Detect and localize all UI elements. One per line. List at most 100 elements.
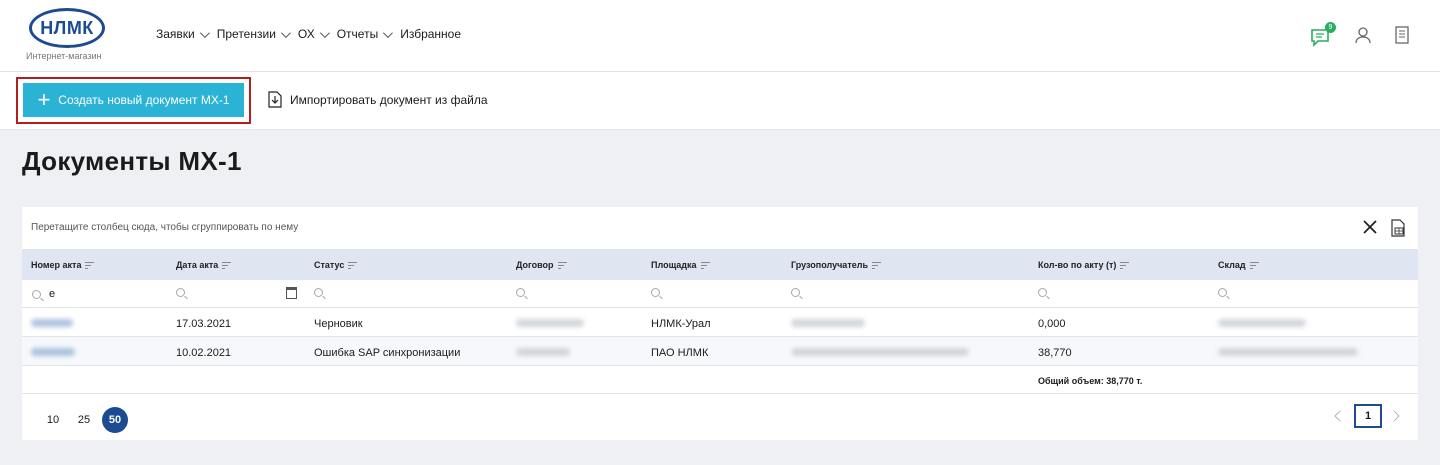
page-title: Документы МХ-1 [22,146,242,176]
nav-item-favorites[interactable]: Избранное [400,27,461,41]
filter-icon[interactable] [85,261,95,269]
column-header-quantity[interactable]: Кол-во по акту (т) [1038,260,1130,270]
cell-contract-redacted [516,318,584,330]
column-header-warehouse[interactable]: Склад [1218,260,1259,270]
import-document-button[interactable]: Импортировать документ из файла [268,91,488,108]
column-label: Договор [516,260,554,270]
file-import-icon [268,91,282,108]
filter-warehouse[interactable] [1218,288,1227,297]
nav-item-requests[interactable]: Заявки [156,27,210,41]
search-icon [176,288,185,297]
search-icon [516,288,525,297]
filter-icon[interactable] [1120,261,1130,269]
table-row[interactable]: 17.03.2021 Черновик НЛМК-Урал 0,000 [22,308,1418,337]
chevron-down-icon [383,27,394,38]
filter-act-date[interactable] [176,288,185,297]
user-icon[interactable] [1354,26,1372,49]
logo-subtitle: Интернет-магазин [26,51,102,61]
close-icon[interactable] [1362,219,1378,235]
import-label: Импортировать документ из файла [290,92,488,107]
group-panel[interactable]: Перетащите столбец сюда, чтобы сгруппиро… [22,207,1418,249]
cell-contract-redacted [516,347,570,359]
page-size-25[interactable]: 25 [71,407,97,433]
search-icon [791,288,800,297]
nlmk-logo[interactable]: НЛМК Интернет-магазин [26,8,106,61]
filter-icon[interactable] [1249,261,1259,269]
excel-export-icon[interactable] [1390,219,1406,237]
filter-site[interactable] [651,288,660,297]
top-header: НЛМК Интернет-магазин Заявки Претензии О… [0,0,1440,72]
filter-icon[interactable] [871,261,881,269]
create-document-button[interactable]: + Создать новый документ МХ-1 [23,83,244,117]
cell-warehouse-redacted [1218,347,1358,359]
filter-icon[interactable] [222,261,232,269]
logo-text: НЛМК [40,17,94,38]
search-icon [1218,288,1227,297]
nav-item-reports[interactable]: Отчеты [337,27,394,41]
chevron-right-icon[interactable] [1388,410,1400,422]
column-header-consignee[interactable]: Грузополучатель [791,260,881,270]
column-header-site[interactable]: Площадка [651,260,710,270]
filter-icon[interactable] [348,261,358,269]
group-hint: Перетащите столбец сюда, чтобы сгруппиро… [31,222,299,233]
header-icons: 9 [1310,21,1410,49]
search-icon [651,288,660,297]
page-size-50[interactable]: 50 [102,407,128,433]
cell-status: Ошибка SAP синхронизации [314,347,461,359]
filter-contract[interactable] [516,288,525,297]
notebook-icon[interactable] [1394,26,1410,49]
nav-item-claims[interactable]: Претензии [216,27,291,41]
cell-warehouse-redacted [1218,318,1306,330]
nav-label: ОХ [297,27,315,41]
column-label: Грузополучатель [791,260,868,270]
nav-label: Избранное [400,27,462,41]
chevron-down-icon [280,27,291,38]
column-label: Кол-во по акту (т) [1038,260,1117,270]
column-label: Дата акта [176,260,219,270]
chat-badge: 9 [1325,21,1336,33]
cell-consignee-redacted [791,347,969,359]
cell-status: Черновик [314,318,363,330]
column-label: Площадка [651,260,697,270]
chat-icon[interactable]: 9 [1310,21,1336,48]
act-number-link[interactable] [31,318,73,330]
calendar-icon[interactable] [286,287,297,299]
nav-label: Заявки [156,27,195,41]
logo-emblem: НЛМК [29,8,105,48]
nav-label: Претензии [216,27,276,41]
filter-icon[interactable] [700,261,710,269]
chevron-left-icon[interactable] [1334,410,1346,422]
filter-quantity[interactable] [1038,288,1047,297]
cell-quantity: 38,770 [1038,347,1072,359]
cell-date: 10.02.2021 [176,347,232,359]
filter-act-number[interactable]: e [32,288,55,300]
create-button-highlight: + Создать новый документ МХ-1 [16,77,251,124]
column-header-status[interactable]: Статус [314,260,358,270]
search-icon [1038,288,1047,297]
total-volume: Общий объем: 38,770 т. [1038,376,1143,386]
search-icon [32,289,41,299]
filter-status[interactable] [314,288,323,297]
chevron-down-icon [319,27,330,38]
filter-icon[interactable] [557,261,567,269]
filter-consignee[interactable] [791,288,800,297]
pager: 10 25 50 1 [22,394,1418,440]
page-size-10[interactable]: 10 [40,407,66,433]
column-header-act-number[interactable]: Номер акта [31,260,95,270]
column-header-act-date[interactable]: Дата акта [176,260,232,270]
page-number-current[interactable]: 1 [1354,404,1382,428]
action-toolbar: + Создать новый документ МХ-1 Импортиров… [0,72,1440,130]
filter-act-number-value: e [49,288,56,300]
cell-site: НЛМК-Урал [651,318,711,330]
cell-quantity: 0,000 [1038,318,1066,330]
create-label: Создать новый документ МХ-1 [58,93,230,107]
chevron-down-icon [199,27,210,38]
cell-consignee-redacted [791,318,865,330]
act-number-link[interactable] [31,347,75,359]
main-nav: Заявки Претензии ОХ Отчеты Избранное [156,27,471,41]
table-row[interactable]: 10.02.2021 Ошибка SAP синхронизации ПАО … [22,337,1418,366]
documents-grid: Перетащите столбец сюда, чтобы сгруппиро… [22,207,1418,440]
nav-item-oh[interactable]: ОХ [297,27,330,41]
column-header-contract[interactable]: Договор [516,260,567,270]
search-icon [314,288,323,297]
